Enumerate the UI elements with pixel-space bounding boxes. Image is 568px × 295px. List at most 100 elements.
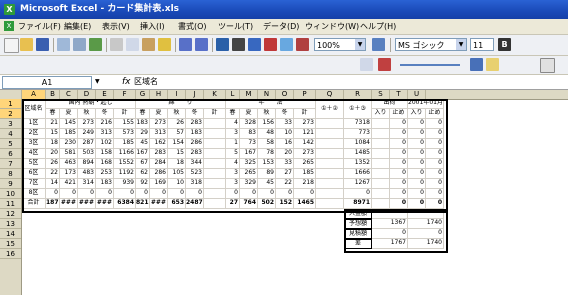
table-cell[interactable]: 284 bbox=[150, 159, 168, 169]
row-header-8[interactable]: 8 bbox=[0, 169, 21, 179]
help-icon[interactable] bbox=[372, 38, 385, 51]
table-cell[interactable]: 0 bbox=[136, 189, 150, 199]
table-cell[interactable] bbox=[372, 159, 390, 169]
table-cell[interactable]: 0 bbox=[408, 159, 426, 169]
table-cell[interactable]: 653 bbox=[168, 199, 186, 209]
table-cell[interactable]: 230 bbox=[60, 139, 78, 149]
table-cell[interactable] bbox=[316, 149, 344, 159]
table-cell[interactable]: 162 bbox=[150, 139, 168, 149]
row-header-4[interactable]: 4 bbox=[0, 129, 21, 139]
row-header-11[interactable]: 11 bbox=[0, 199, 21, 209]
table-cell[interactable]: 0 bbox=[426, 199, 444, 209]
save-icon[interactable] bbox=[36, 38, 49, 51]
table-cell[interactable]: 167 bbox=[136, 149, 150, 159]
table-cell[interactable]: 0 bbox=[426, 169, 444, 179]
table-cell[interactable]: 502 bbox=[258, 199, 276, 209]
table-cell[interactable]: 313 bbox=[96, 129, 114, 139]
table-cell[interactable]: 3 bbox=[226, 169, 240, 179]
row-header-5[interactable]: 5 bbox=[0, 139, 21, 149]
table-cell[interactable]: 218 bbox=[294, 179, 316, 189]
table-cell[interactable]: 0 bbox=[408, 199, 426, 209]
table-cell[interactable]: 581 bbox=[60, 149, 78, 159]
column-header-t[interactable]: T bbox=[390, 90, 408, 99]
table-cell[interactable]: ### bbox=[78, 199, 96, 209]
table-cell[interactable]: 0 bbox=[390, 139, 408, 149]
table-cell[interactable]: 73 bbox=[240, 139, 258, 149]
chart-wizard-icon[interactable] bbox=[280, 38, 293, 51]
table-cell[interactable]: 156 bbox=[258, 119, 276, 129]
paste-icon[interactable] bbox=[142, 38, 155, 51]
table-cell[interactable]: 265 bbox=[294, 159, 316, 169]
table-cell[interactable]: 183 bbox=[136, 119, 150, 129]
table-cell[interactable]: 0 bbox=[168, 189, 186, 199]
table-cell[interactable]: 821 bbox=[136, 199, 150, 209]
table-cell[interactable]: 286 bbox=[186, 139, 204, 149]
table-cell[interactable] bbox=[372, 169, 390, 179]
menu-format[interactable]: 書式(O) bbox=[178, 21, 207, 32]
column-header-m[interactable]: M bbox=[240, 90, 258, 99]
table-cell[interactable]: 3 bbox=[226, 179, 240, 189]
table-cell[interactable]: 1552 bbox=[114, 159, 136, 169]
table-cell[interactable]: 318 bbox=[186, 179, 204, 189]
column-header-l[interactable]: L bbox=[226, 90, 240, 99]
table-cell[interactable]: 167 bbox=[240, 149, 258, 159]
table-cell[interactable]: 0 bbox=[426, 149, 444, 159]
table-cell[interactable]: 2487 bbox=[186, 199, 204, 209]
row-header-2[interactable]: 2 bbox=[0, 109, 21, 119]
table-cell[interactable]: ### bbox=[60, 199, 78, 209]
table-cell[interactable]: 329 bbox=[240, 179, 258, 189]
table-cell[interactable]: 421 bbox=[60, 179, 78, 189]
table-cell[interactable]: 1 bbox=[226, 139, 240, 149]
table-cell[interactable]: 7318 bbox=[344, 119, 372, 129]
column-header-i[interactable]: I bbox=[168, 90, 186, 99]
row-header-3[interactable]: 3 bbox=[0, 119, 21, 129]
row-header-15[interactable]: 15 bbox=[0, 239, 21, 249]
table-cell[interactable]: 154 bbox=[168, 139, 186, 149]
summary-value-r[interactable] bbox=[372, 209, 408, 219]
table-cell[interactable]: 0 bbox=[114, 189, 136, 199]
menu-tools[interactable]: ツール(T) bbox=[218, 21, 253, 32]
table-cell[interactable]: 26 bbox=[46, 159, 60, 169]
table-cell[interactable]: 253 bbox=[96, 169, 114, 179]
table-cell-area[interactable]: 合計 bbox=[22, 199, 46, 209]
column-header-a[interactable]: A bbox=[22, 90, 46, 99]
table-cell[interactable]: 145 bbox=[60, 119, 78, 129]
table-cell[interactable]: 0 bbox=[408, 129, 426, 139]
table-cell[interactable]: 0 bbox=[78, 189, 96, 199]
table-cell[interactable] bbox=[372, 119, 390, 129]
table-cell[interactable]: 26 bbox=[168, 119, 186, 129]
table-cell[interactable]: 0 bbox=[390, 159, 408, 169]
table-cell[interactable]: 773 bbox=[344, 129, 372, 139]
table-cell[interactable]: 0 bbox=[258, 189, 276, 199]
chevron-down-icon[interactable]: ▼ bbox=[456, 39, 466, 50]
table-cell[interactable] bbox=[316, 199, 344, 209]
table-cell[interactable]: 249 bbox=[78, 129, 96, 139]
table-cell[interactable] bbox=[372, 149, 390, 159]
table-cell[interactable] bbox=[204, 119, 226, 129]
table-cell[interactable]: 187 bbox=[46, 199, 60, 209]
table-cell[interactable]: 48 bbox=[258, 129, 276, 139]
table-cell[interactable]: 283 bbox=[186, 149, 204, 159]
table-cell[interactable]: 0 bbox=[390, 119, 408, 129]
table-cell[interactable]: 216 bbox=[96, 119, 114, 129]
font-color-icon[interactable] bbox=[378, 58, 391, 71]
copy-icon[interactable] bbox=[126, 38, 139, 51]
table-cell[interactable]: 0 bbox=[344, 189, 372, 199]
bold-icon[interactable]: B bbox=[498, 38, 511, 51]
sort-desc-icon[interactable] bbox=[264, 38, 277, 51]
column-header-d[interactable]: D bbox=[78, 90, 96, 99]
table-cell[interactable] bbox=[204, 129, 226, 139]
table-cell[interactable]: 8971 bbox=[344, 199, 372, 209]
table-cell[interactable]: 0 bbox=[276, 189, 294, 199]
table-cell[interactable]: 0 bbox=[408, 119, 426, 129]
summary-value-t[interactable]: 1740 bbox=[408, 239, 444, 249]
table-cell[interactable]: 169 bbox=[150, 179, 168, 189]
table-cell[interactable]: 21 bbox=[46, 119, 60, 129]
table-cell[interactable]: 89 bbox=[258, 169, 276, 179]
table-cell[interactable]: 273 bbox=[78, 119, 96, 129]
arrow-style-icon[interactable] bbox=[470, 58, 483, 71]
table-cell[interactable]: 1192 bbox=[114, 169, 136, 179]
print-icon[interactable] bbox=[57, 38, 70, 51]
table-cell[interactable]: 0 bbox=[240, 189, 258, 199]
table-cell[interactable]: 22 bbox=[46, 169, 60, 179]
